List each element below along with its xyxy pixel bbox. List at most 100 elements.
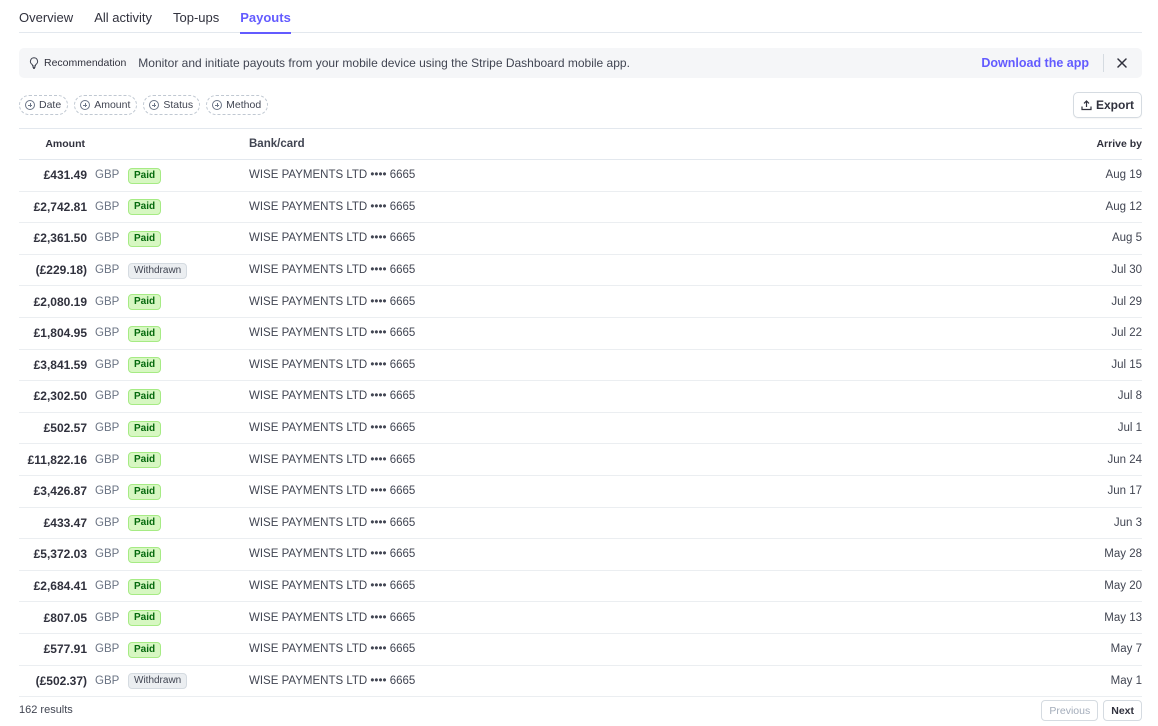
status-badge: Paid	[128, 199, 162, 216]
tab-bar: Overview All activity Top-ups Payouts	[19, 0, 1142, 34]
filter-date[interactable]: Date	[19, 95, 69, 115]
row-status: Paid	[118, 451, 249, 469]
row-status: Paid	[118, 546, 249, 563]
table-row[interactable]: (£502.37) GBP Withdrawn WISE PAYMENTS LTD •…	[19, 666, 1142, 698]
row-status: Withdrawn	[118, 262, 249, 279]
row-amount: £2,684.41	[33, 579, 87, 594]
row-currency: GBP	[95, 169, 120, 182]
row-bank-card: WISE PAYMENTS LTD •••• 6665	[249, 548, 416, 561]
status-badge: Paid	[128, 325, 162, 342]
row-arrive-by: Jun 17	[1107, 485, 1142, 498]
row-currency: GBP	[95, 453, 120, 466]
status-badge: Paid	[128, 483, 162, 500]
row-currency: GBP	[95, 611, 120, 624]
table-row[interactable]: £2,080.19 GBP Paid WISE PAYMENTS LTD •••• 6…	[19, 286, 1142, 318]
table-row[interactable]: £577.91 GBP Paid WISE PAYMENTS LTD •••• 666…	[19, 634, 1142, 666]
pagination: Previous Next	[1041, 700, 1142, 721]
table-header: Amount Bank/card Arrive by	[19, 128, 1142, 160]
plus-circle-icon	[212, 100, 223, 110]
row-amount: (£229.18)	[35, 263, 87, 278]
row-amount: £2,080.19	[33, 294, 87, 309]
table-row[interactable]: £2,742.81 GBP Paid WISE PAYMENTS LTD •••• 6…	[19, 192, 1142, 224]
row-amount: £433.47	[43, 515, 87, 530]
row-bank-card: WISE PAYMENTS LTD •••• 6665	[249, 264, 416, 277]
recommendation-banner: Recommendation Monitor and initiate payo…	[19, 48, 1142, 78]
row-bank-card: WISE PAYMENTS LTD •••• 6665	[249, 453, 416, 466]
row-bank-card: WISE PAYMENTS LTD •••• 6665	[249, 200, 416, 213]
row-status: Paid	[118, 578, 249, 595]
tab-top-ups[interactable]: Top-ups	[173, 0, 219, 33]
filter-label: Method	[226, 99, 262, 111]
row-arrive-by: Jun 3	[1113, 516, 1142, 529]
row-arrive-by: Jul 29	[1111, 295, 1142, 308]
export-icon	[1081, 99, 1092, 110]
row-currency: GBP	[95, 643, 120, 656]
row-currency: GBP	[95, 327, 120, 340]
header-arrive-by[interactable]: Arrive by	[1062, 138, 1142, 150]
row-arrive-by: Jul 8	[1117, 390, 1142, 403]
row-amount: £577.91	[43, 642, 87, 657]
table-row[interactable]: (£229.18) GBP Withdrawn WISE PAYMENTS LTD •…	[19, 255, 1142, 287]
row-bank-card: WISE PAYMENTS LTD •••• 6665	[249, 611, 416, 624]
row-amount: £1,804.95	[33, 326, 87, 341]
payouts-table: Amount Bank/card Arrive by £431.49 GBP Pai…	[19, 128, 1142, 698]
table-row[interactable]: £1,804.95 GBP Paid WISE PAYMENTS LTD •••• 6…	[19, 318, 1142, 350]
filter-method[interactable]: Method	[206, 95, 269, 115]
row-currency: GBP	[95, 548, 120, 561]
row-currency: GBP	[95, 200, 120, 213]
filter-amount[interactable]: Amount	[74, 95, 138, 115]
tab-overview[interactable]: Overview	[19, 0, 73, 33]
row-amount: £807.05	[43, 610, 87, 625]
row-amount: (£502.37)	[35, 673, 87, 688]
previous-button[interactable]: Previous	[1041, 700, 1099, 721]
row-arrive-by: Jun 24	[1107, 453, 1142, 466]
lightbulb-icon	[29, 57, 39, 69]
next-button[interactable]: Next	[1103, 700, 1142, 721]
table-row[interactable]: £11,822.16 GBP Paid WISE PAYMENTS LTD •••• …	[19, 444, 1142, 476]
row-amount: £3,426.87	[33, 484, 87, 499]
status-badge: Paid	[128, 452, 162, 469]
status-badge: Paid	[128, 610, 162, 627]
table-body: £431.49 GBP Paid WISE PAYMENTS LTD •••• 666…	[19, 160, 1142, 698]
row-arrive-by: Aug 5	[1111, 232, 1142, 245]
table-row[interactable]: £3,426.87 GBP Paid WISE PAYMENTS LTD •••• 6…	[19, 476, 1142, 508]
table-row[interactable]: £2,684.41 GBP Paid WISE PAYMENTS LTD •••• 6…	[19, 571, 1142, 603]
row-bank-card: WISE PAYMENTS LTD •••• 6665	[249, 580, 416, 593]
table-row[interactable]: £2,302.50 GBP Paid WISE PAYMENTS LTD •••• 6…	[19, 381, 1142, 413]
table-row[interactable]: £2,361.50 GBP Paid WISE PAYMENTS LTD •••• 6…	[19, 223, 1142, 255]
table-row[interactable]: £5,372.03 GBP Paid WISE PAYMENTS LTD •••• 6…	[19, 539, 1142, 571]
row-status: Paid	[118, 293, 249, 311]
download-app-link[interactable]: Download the app	[981, 54, 1104, 72]
results-count: 162 results	[19, 704, 73, 716]
status-badge: Paid	[128, 294, 162, 311]
status-badge: Paid	[128, 641, 162, 658]
tab-all-activity[interactable]: All activity	[94, 0, 152, 33]
table-row[interactable]: £433.47 GBP Paid WISE PAYMENTS LTD •••• 666…	[19, 508, 1142, 540]
tab-payouts[interactable]: Payouts	[240, 0, 291, 34]
row-bank-card: WISE PAYMENTS LTD •••• 6665	[249, 358, 416, 371]
status-badge: Paid	[128, 230, 162, 247]
table-row[interactable]: £502.57 GBP Paid WISE PAYMENTS LTD •••• 666…	[19, 413, 1142, 445]
close-icon[interactable]	[1112, 53, 1132, 73]
status-badge: Paid	[128, 388, 162, 405]
table-row[interactable]: £807.05 GBP Paid WISE PAYMENTS LTD •••• 666…	[19, 602, 1142, 634]
filter-status[interactable]: Status	[143, 95, 201, 115]
plus-circle-icon	[149, 100, 160, 110]
row-bank-card: WISE PAYMENTS LTD •••• 6665	[249, 422, 416, 435]
row-bank-card: WISE PAYMENTS LTD •••• 6665	[249, 643, 416, 656]
row-status: Paid	[118, 514, 249, 532]
row-currency: GBP	[95, 580, 120, 593]
header-amount[interactable]: Amount	[19, 138, 85, 150]
row-bank-card: WISE PAYMENTS LTD •••• 6665	[249, 169, 416, 182]
row-status: Paid	[118, 641, 249, 658]
filter-label: Status	[163, 99, 194, 111]
table-row[interactable]: £3,841.59 GBP Paid WISE PAYMENTS LTD •••• 6…	[19, 350, 1142, 382]
table-row[interactable]: £431.49 GBP Paid WISE PAYMENTS LTD •••• 666…	[19, 160, 1142, 192]
row-status: Withdrawn	[118, 672, 249, 690]
header-bank-card: Bank/card	[249, 138, 305, 150]
export-button[interactable]: Export	[1073, 92, 1142, 118]
row-status: Paid	[118, 325, 249, 342]
row-arrive-by: Jul 22	[1111, 327, 1142, 340]
row-status: Paid	[118, 167, 249, 184]
row-currency: GBP	[95, 422, 120, 435]
